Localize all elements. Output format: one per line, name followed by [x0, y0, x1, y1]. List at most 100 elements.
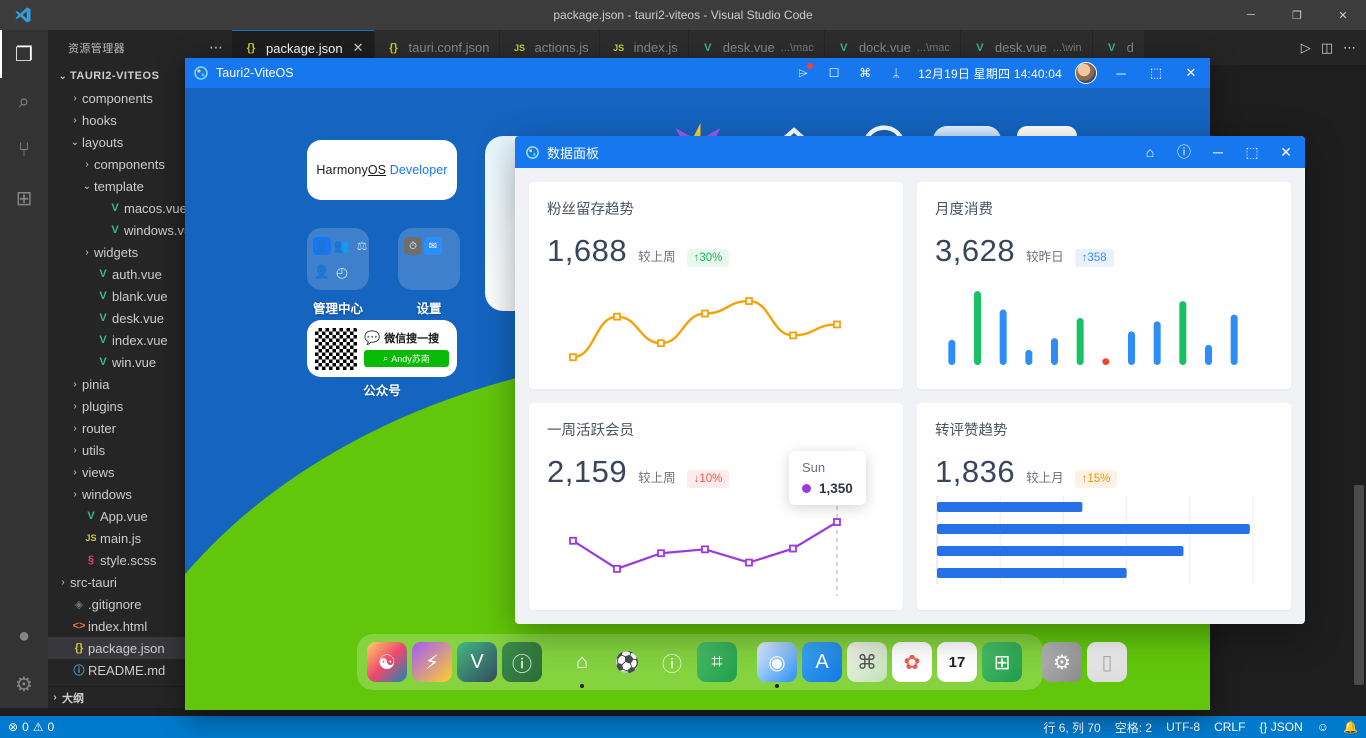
notification-bell-icon[interactable]: 🔔 [1343, 720, 1358, 734]
chart-engagement-trend [917, 488, 1291, 600]
dock-safari-icon[interactable]: ◉ [757, 642, 797, 688]
horizontal-bar-chart-svg [936, 496, 1254, 584]
status-errors[interactable]: ⊗ 0 ⚠ 0 [8, 720, 54, 734]
status-line-col[interactable]: 行 6, 列 70 [1043, 719, 1100, 736]
tree-item-label: views [82, 464, 115, 480]
tab-close-icon[interactable]: ✕ [353, 40, 364, 56]
maximize-button[interactable]: ❐ [1274, 0, 1320, 30]
app-label-admin: 管理中心 [312, 302, 363, 316]
tree-item-label: widgets [94, 244, 139, 260]
dock-info-icon[interactable]: ⓘ [652, 642, 692, 682]
tree-item-label: router [82, 420, 116, 436]
avatar[interactable] [1075, 62, 1097, 84]
file-type-icon: ⓘ [73, 665, 85, 677]
running-indicator-dot [580, 684, 584, 688]
dock-photos-icon[interactable]: ✿ [892, 642, 932, 682]
dock-vue-icon[interactable]: V [457, 642, 497, 682]
bluetooth-icon[interactable]: ᛦ [887, 64, 905, 82]
battery-icon[interactable]: ☐ [825, 64, 843, 82]
tree-item-label: plugins [82, 398, 124, 414]
app-tile-settings[interactable]: ⏱ ✉ [398, 228, 460, 290]
tree-item-label: .gitignore [88, 596, 142, 612]
dock-calendar-icon[interactable]: 17 [937, 642, 977, 682]
dock-appstore-icon[interactable]: A [802, 642, 842, 682]
chevron-right-icon: › [73, 422, 77, 434]
command-icon[interactable]: ⌘ [856, 64, 874, 82]
app-tile-admin[interactable]: 👤 👥 ⚖ 👤 ◴ [307, 228, 369, 290]
dock-home-icon[interactable]: ⌂ [562, 642, 602, 688]
clock-icon: ◴ [335, 263, 349, 280]
tab-file-icon: {} [389, 41, 398, 54]
explorer-more-icon[interactable]: ⋯ [209, 39, 224, 56]
file-type-icon: <> [72, 620, 86, 632]
org-icon: ⚖ [356, 239, 368, 253]
group-icon: 👥 [333, 238, 351, 253]
chevron-right-icon: › [85, 158, 89, 170]
wechat-widget[interactable]: 💬 微信搜一搜 ⌕ Andy苏南 [307, 320, 457, 377]
settings-gear-icon[interactable]: ⚙ [0, 660, 48, 708]
maximize-icon[interactable]: ⬚ [1243, 143, 1261, 161]
dock-github-icon[interactable]: ⓘ [502, 642, 542, 682]
wechat-search-button[interactable]: ⌕ Andy苏南 [364, 350, 449, 367]
close-icon[interactable]: ✕ [1277, 143, 1295, 161]
dock-widgets-icon[interactable]: ⊞ [982, 642, 1022, 682]
status-indentation[interactable]: 空格: 2 [1115, 719, 1152, 736]
search-icon[interactable]: ⌕ [0, 78, 48, 126]
harmony-word-1: Harmony [316, 163, 368, 177]
source-control-icon[interactable]: ⑂ [0, 126, 48, 174]
tauri-tray: ⌲ ☐ ⌘ ᛦ 12月19日 星期四 14:40:04 ─ ⬚ ✕ [794, 62, 1202, 84]
explorer-icon[interactable]: ❐ [0, 30, 48, 78]
dock-trash-icon[interactable]: ▯ [1087, 642, 1127, 682]
dock-dashboard-icon[interactable]: ⚽ [607, 642, 647, 682]
card-fans-retention[interactable]: 粉丝留存趋势 1,688 较上周 ↑30% [529, 182, 903, 389]
dock-maps-icon[interactable]: ⌘ [847, 642, 887, 682]
system-clock: 12月19日 星期四 14:40:04 [918, 66, 1062, 81]
minimize-button[interactable]: ─ [1228, 0, 1274, 30]
extensions-icon[interactable]: ⊞ [0, 174, 48, 222]
more-actions-icon[interactable]: ⋯ [1343, 40, 1356, 56]
tree-item-label: auth.vue [112, 266, 162, 282]
desktop-dock[interactable]: ☯ ⚡ Vⓘ ⌂ ⚽ ⓘ ⌗ ◉ A ⌘ ✿ 17 ⊞ ⚙ ▯ [357, 634, 1127, 690]
tab-file-icon: JS [613, 42, 625, 53]
status-encoding[interactable]: UTF-8 [1166, 720, 1200, 734]
file-type-icon: V [99, 356, 107, 368]
card-compare-label: 较昨日 [1026, 250, 1064, 264]
dock-settings-icon[interactable]: ⚙ [1042, 642, 1082, 682]
status-language-mode[interactable]: {} JSON [1259, 720, 1302, 734]
card-weekly-active-members[interactable]: 一周活跃会员 2,159 较上周 ↓10% Sun 1,350 [529, 403, 903, 610]
run-play-icon[interactable]: ▷ [1301, 40, 1311, 56]
feedback-icon[interactable]: ☺ [1317, 720, 1329, 734]
notification-badge [807, 63, 814, 69]
harmonyos-widget[interactable]: HarmonyOS Developer [307, 140, 457, 200]
mail-icon: ✉ [424, 237, 442, 255]
split-editor-icon[interactable]: ◫ [1321, 40, 1333, 56]
card-monthly-consumption[interactable]: 月度消费 3,628 较昨日 ↑358 [917, 182, 1291, 389]
dock-vite-icon[interactable]: ⚡ [412, 642, 452, 682]
user-add-icon: 👤 [313, 264, 331, 279]
maximize-icon[interactable]: ⬚ [1145, 62, 1167, 84]
github-icon[interactable]: ⓘ [1175, 143, 1193, 161]
editor-scrollbar[interactable] [1352, 65, 1366, 708]
window-controls: ─ ❐ ✕ [1228, 0, 1366, 30]
tree-item-label: main.js [100, 530, 142, 546]
wechat-logo-icon: 💬 [364, 330, 381, 345]
wechat-search-text: Andy苏南 [391, 354, 430, 364]
dock-tauri-icon[interactable]: ☯ [367, 642, 407, 682]
tree-item-label: README.md [88, 662, 166, 678]
tree-item-label: hooks [82, 112, 117, 128]
minimize-icon[interactable]: ─ [1110, 62, 1132, 84]
minimize-icon[interactable]: ─ [1209, 143, 1227, 161]
editor-scrollbar-thumb[interactable] [1354, 485, 1364, 685]
tooltip-label: Sun [802, 460, 826, 475]
message-icon[interactable]: ⌲ [794, 63, 814, 82]
home-icon[interactable]: ⌂ [1141, 143, 1159, 161]
dock-apps-icon[interactable]: ⌗ [697, 642, 737, 682]
card-engagement-trend[interactable]: 转评赞趋势 1,836 较上月 ↑15% [917, 403, 1291, 610]
close-button[interactable]: ✕ [1320, 0, 1366, 30]
file-type-icon: § [87, 554, 95, 566]
tabbar-actions: ▷ ◫ ⋯ [1291, 30, 1366, 65]
close-icon[interactable]: ✕ [1180, 62, 1202, 84]
status-eol[interactable]: CRLF [1214, 720, 1245, 734]
root-folder-label: TAURI2-VITEOS [70, 70, 160, 82]
accounts-icon[interactable]: ● [0, 612, 48, 660]
